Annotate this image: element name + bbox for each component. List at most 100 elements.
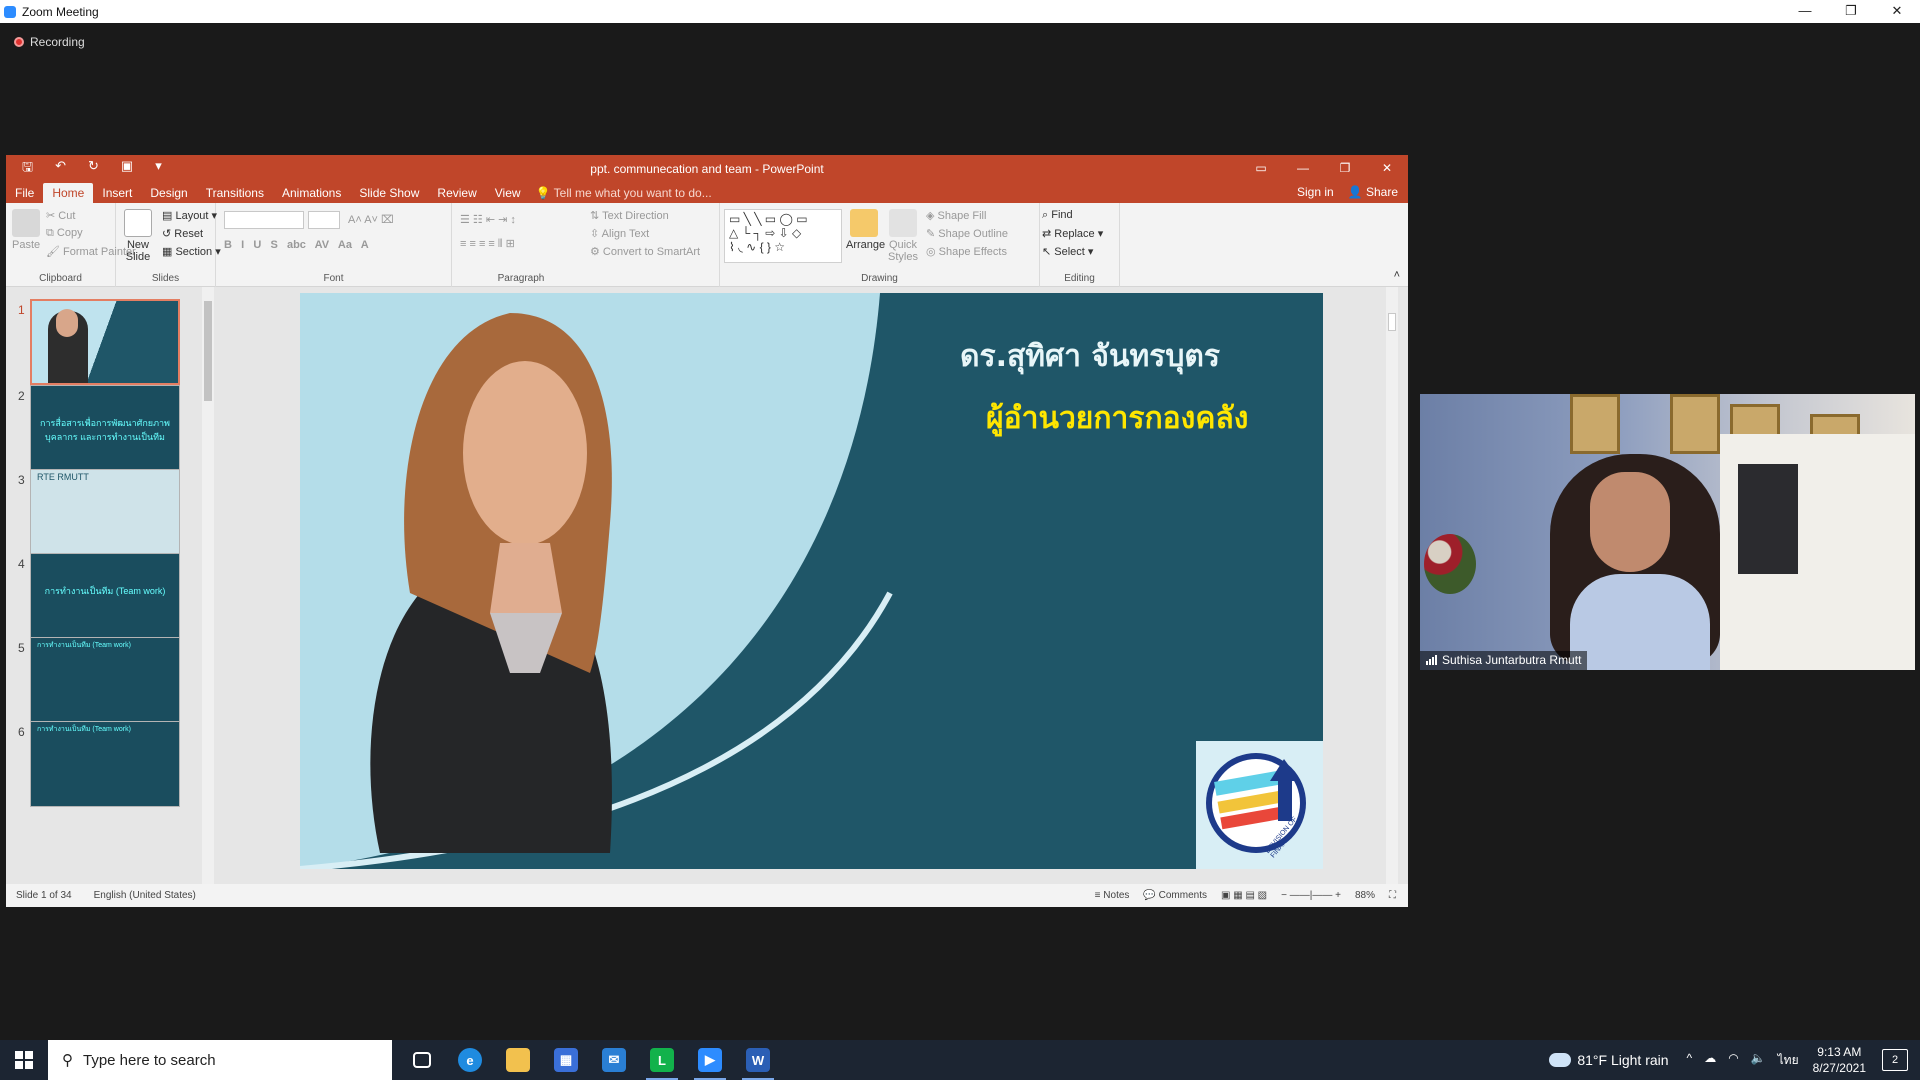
tab-animations[interactable]: Animations xyxy=(273,183,350,203)
slide-name-text[interactable]: ดร.สุทิศา จันทรบุตร xyxy=(960,333,1220,380)
paste-label: Paste xyxy=(12,239,41,251)
wifi-icon[interactable]: ◠ xyxy=(1728,1051,1738,1070)
tab-slide-show[interactable]: Slide Show xyxy=(350,183,428,203)
new-slide-button[interactable]: New Slide xyxy=(120,209,156,263)
weather-text: 81°F Light rain xyxy=(1577,1052,1669,1068)
participant-nametag: Suthisa Juntarbutra Rmutt xyxy=(1420,651,1588,670)
thumbnails-scrollbar[interactable] xyxy=(202,287,214,884)
input-language[interactable]: ไทย xyxy=(1778,1051,1799,1070)
sign-in-link[interactable]: Sign in xyxy=(1297,182,1334,202)
shape-outline-button[interactable]: ✎ Shape Outline xyxy=(926,227,1008,240)
task-view-icon[interactable] xyxy=(398,1040,446,1080)
drawing-label: Drawing xyxy=(861,273,898,284)
slide-counter: Slide 1 of 34 xyxy=(16,890,72,901)
ribbon-display-icon[interactable]: ▭ xyxy=(1240,155,1282,182)
slide-role-text[interactable]: ผู้อำนวยการกองคลัง xyxy=(986,395,1248,442)
ppt-close-button[interactable]: ✕ xyxy=(1366,155,1408,182)
start-button[interactable] xyxy=(0,1040,48,1080)
font-name-field[interactable] xyxy=(224,211,304,229)
tab-file[interactable]: File xyxy=(6,183,43,203)
zoom-slider[interactable]: − ——|—— + xyxy=(1281,890,1341,901)
shape-effects-button[interactable]: ◎ Shape Effects xyxy=(926,245,1007,258)
zoom-icon[interactable]: ▶ xyxy=(686,1040,734,1080)
ppt-restore-button[interactable]: ❐ xyxy=(1324,155,1366,182)
select-button[interactable]: ↖ Select ▾ xyxy=(1042,245,1093,258)
list-icons[interactable]: ☰ ☷ ⇤ ⇥ ↕ xyxy=(460,213,516,226)
font-size-field[interactable] xyxy=(308,211,340,229)
paste-button[interactable]: Paste xyxy=(12,209,40,251)
minimize-button[interactable]: — xyxy=(1782,0,1828,23)
line-icon[interactable]: L xyxy=(638,1040,686,1080)
language-status[interactable]: English (United States) xyxy=(94,890,196,901)
notification-center[interactable]: 2 xyxy=(1882,1049,1908,1071)
find-label: Find xyxy=(1051,209,1073,221)
tab-view[interactable]: View xyxy=(486,183,530,203)
scroll-thumb[interactable] xyxy=(204,301,212,401)
word-icon[interactable]: W xyxy=(734,1040,782,1080)
tab-home[interactable]: Home xyxy=(43,183,94,203)
tab-review[interactable]: Review xyxy=(428,183,485,203)
chevron-up-icon[interactable]: ^ xyxy=(1687,1051,1693,1070)
recording-indicator[interactable]: Recording xyxy=(14,35,85,49)
weather-widget[interactable]: 81°F Light rain xyxy=(1549,1052,1669,1068)
font-format-icons[interactable]: B I U S abc AV Aa A xyxy=(224,239,369,251)
cut-button[interactable]: ✂ Cut xyxy=(46,209,75,222)
slide-thumbnail-1[interactable] xyxy=(30,299,180,385)
ppt-minimize-button[interactable]: — xyxy=(1282,155,1324,182)
edge-icon[interactable]: e xyxy=(446,1040,494,1080)
store-icon[interactable]: ▦ xyxy=(542,1040,590,1080)
slide-thumbnail-4[interactable]: การทำงานเป็นทีม (Team work) xyxy=(30,553,180,639)
clock[interactable]: 9:13 AM 8/27/2021 xyxy=(1813,1044,1866,1076)
shelf-compartment xyxy=(1738,464,1798,574)
layout-button[interactable]: ▤ Layout ▾ xyxy=(162,209,217,222)
slide-scrollbar[interactable] xyxy=(1386,287,1398,884)
mail-icon[interactable]: ✉ xyxy=(590,1040,638,1080)
shape-fill-button[interactable]: ◈ Shape Fill xyxy=(926,209,986,222)
volume-icon[interactable]: 🔈 xyxy=(1751,1051,1766,1070)
tab-insert[interactable]: Insert xyxy=(93,183,141,203)
copy-button[interactable]: ⧉ Copy xyxy=(46,227,83,240)
shapes-gallery[interactable]: ▭ ╲ ╲ ▭ ◯ ▭ △ └ ┐ ⇨ ⇩ ◇ ⌇ ◟ ∿ { } ☆ xyxy=(724,209,842,263)
replace-label: Replace xyxy=(1054,228,1095,240)
close-button[interactable]: ✕ xyxy=(1874,0,1920,23)
find-button[interactable]: ⌕ Find xyxy=(1042,209,1073,222)
notes-button[interactable]: ≡ Notes xyxy=(1095,890,1130,901)
replace-button[interactable]: ⇄ Replace ▾ xyxy=(1042,227,1103,240)
tell-me-search[interactable]: 💡 Tell me what you want to do... xyxy=(536,183,712,203)
slide-thumbnail-3[interactable]: RTE RMUTT xyxy=(30,469,180,555)
slide-thumbnail-5[interactable]: การทำงานเป็นทีม (Team work) xyxy=(30,637,180,723)
thumb-title: การทำงานเป็นทีม (Team work) xyxy=(37,642,131,649)
convert-smartart-button[interactable]: ⚙ Convert to SmartArt xyxy=(590,245,700,258)
reset-button[interactable]: ↺ Reset xyxy=(162,227,203,240)
file-explorer-icon[interactable] xyxy=(494,1040,542,1080)
participant-video[interactable]: Suthisa Juntarbutra Rmutt xyxy=(1420,394,1915,670)
tab-design[interactable]: Design xyxy=(141,183,196,203)
copy-label: Copy xyxy=(56,227,83,239)
slide-thumbnail-2[interactable]: การสื่อสารเพื่อการพัฒนาศักยภาพบุคลากร แล… xyxy=(30,385,180,471)
paste-icon xyxy=(12,209,40,237)
align-text-button[interactable]: ⇳ Align Text xyxy=(590,227,649,240)
zoom-level[interactable]: 88% xyxy=(1355,890,1375,901)
align-icons[interactable]: ≡ ≡ ≡ ≡ ⫴ ⊞ xyxy=(460,237,515,251)
share-button[interactable]: 👤 Share xyxy=(1348,182,1398,202)
wall-frame xyxy=(1670,394,1720,454)
slide-thumbnail-6[interactable]: การทำงานเป็นทีม (Team work) xyxy=(30,721,180,807)
collapse-ribbon-icon[interactable]: ˄ xyxy=(1394,269,1400,281)
current-slide[interactable]: ดร.สุทิศา จันทรบุตร ผู้อำนวยการกองคลัง D… xyxy=(300,293,1323,869)
text-direction-button[interactable]: ⇅ Text Direction xyxy=(590,209,669,222)
cloud-sync-icon[interactable]: ☁ xyxy=(1704,1051,1716,1070)
maximize-button[interactable]: ❐ xyxy=(1828,0,1874,23)
view-icons[interactable]: ▣ ▦ ▤ ▧ xyxy=(1221,890,1267,901)
quick-styles-button[interactable]: Quick Styles xyxy=(886,209,920,263)
fit-slide-icon[interactable]: ⛶ xyxy=(1389,890,1396,901)
ppt-titlebar: 🖫 ↶ ↻ ▣ ▾ ppt. communecation and team - … xyxy=(6,155,1408,182)
comments-button[interactable]: 💬 Comments xyxy=(1143,890,1207,901)
section-button[interactable]: ▦ Section ▾ xyxy=(162,245,221,258)
slide-editor: ดร.สุทิศา จันทรบุตร ผู้อำนวยการกองคลัง D… xyxy=(216,287,1398,884)
slide-scroll-thumb[interactable] xyxy=(1388,313,1396,331)
font-size-icons[interactable]: A˄ A˅ ⌧ xyxy=(348,213,394,226)
tab-transitions[interactable]: Transitions xyxy=(197,183,273,203)
thumb-number: 3 xyxy=(18,473,25,487)
arrange-button[interactable]: Arrange xyxy=(846,209,885,251)
taskbar-search[interactable]: ⚲ Type here to search xyxy=(48,1040,392,1080)
